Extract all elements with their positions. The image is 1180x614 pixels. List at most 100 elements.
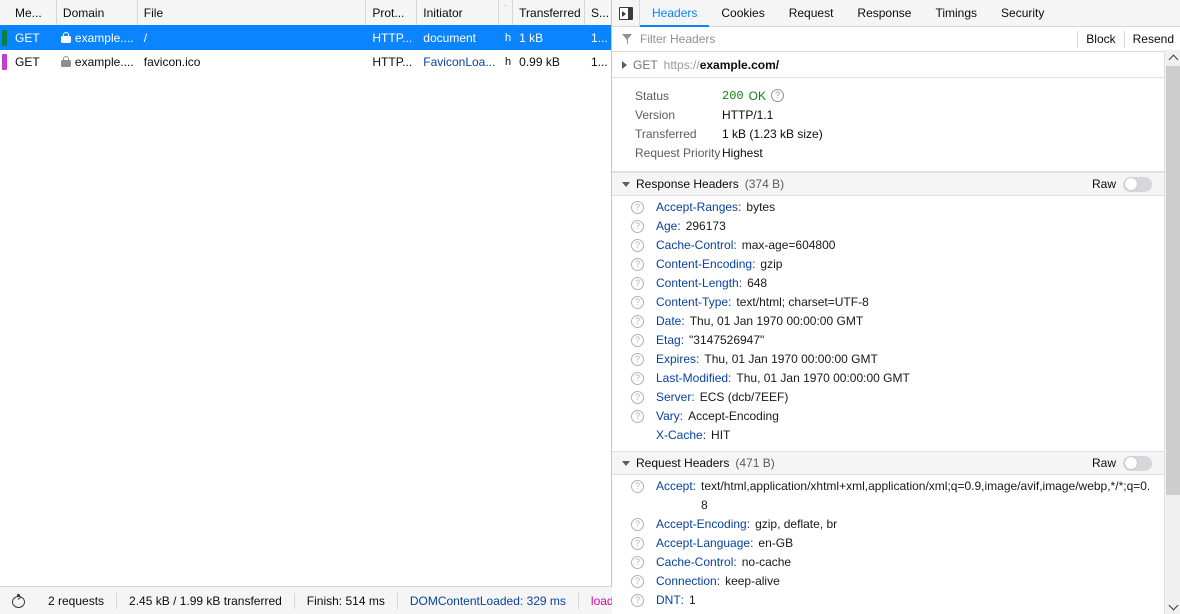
tab-timings[interactable]: Timings <box>923 0 989 27</box>
header-colon: : <box>733 553 736 572</box>
header-value: Accept-Encoding <box>688 407 1154 426</box>
tab-response[interactable]: Response <box>845 0 923 27</box>
column-header-protocol[interactable]: Prot... <box>366 0 417 25</box>
cell-initiator-text[interactable]: FaviconLoa... <box>423 50 495 73</box>
header-value: no-cache <box>742 553 1154 572</box>
column-header-method[interactable]: Me... <box>9 0 57 25</box>
header-colon: : <box>680 407 683 426</box>
header-value: Thu, 01 Jan 1970 00:00:00 GMT <box>736 369 1154 388</box>
cell-protocol: HTTP... <box>366 26 417 49</box>
header-row[interactable]: ?Accept:text/html,application/xhtml+xml,… <box>612 477 1164 515</box>
filter-funnel-icon <box>622 34 633 44</box>
tab-cookies[interactable]: Cookies <box>709 0 776 27</box>
info-icon[interactable]: ? <box>631 410 644 423</box>
info-icon[interactable]: ? <box>631 258 644 271</box>
summary-row-status: Status 200 OK ? <box>612 86 1164 105</box>
header-row[interactable]: ?Accept-Ranges:bytes <box>612 198 1164 217</box>
request-raw-toggle-wrap[interactable]: Raw <box>1092 456 1164 471</box>
header-name: DNT <box>656 591 681 610</box>
header-row[interactable]: ?Server:ECS (dcb/7EEF) <box>612 388 1164 407</box>
header-row[interactable]: ?Vary:Accept-Encoding <box>612 407 1164 426</box>
request-url-host: example.com/ <box>700 58 779 72</box>
info-icon[interactable]: ? <box>631 594 644 607</box>
scrollbar-thumb[interactable] <box>1166 66 1180 495</box>
header-row[interactable]: ?Etag:"3147526947" <box>612 331 1164 350</box>
info-icon[interactable]: ? <box>631 239 644 252</box>
header-row[interactable]: X-Cache:HIT <box>612 426 1164 445</box>
header-row[interactable]: ?DNT:1 <box>612 591 1164 610</box>
column-header-sort-indicator[interactable]: ˙ <box>499 0 513 25</box>
chevron-down-icon[interactable] <box>622 461 630 466</box>
info-icon[interactable]: ? <box>631 372 644 385</box>
info-icon[interactable]: ? <box>631 334 644 347</box>
column-header-initiator[interactable]: Initiator <box>417 0 499 25</box>
summary-label-priority: Request Priority <box>612 146 722 160</box>
info-icon[interactable]: ? <box>631 315 644 328</box>
info-icon[interactable]: ? <box>631 296 644 309</box>
request-url-row[interactable]: GET https://example.com/ <box>612 52 1164 78</box>
info-icon[interactable]: ? <box>631 277 644 290</box>
header-name: Connection <box>656 572 717 591</box>
column-header-transferred[interactable]: Transferred <box>513 0 585 25</box>
details-scrollbar[interactable] <box>1164 50 1180 614</box>
info-icon[interactable]: ? <box>631 537 644 550</box>
header-colon: : <box>728 369 731 388</box>
column-header-file[interactable]: File <box>138 0 367 25</box>
tab-security[interactable]: Security <box>989 0 1056 27</box>
devtools-network-panel: Me... Domain File Prot... Initiator ˙ Tr… <box>0 0 1180 614</box>
header-row[interactable]: ?Content-Length:648 <box>612 274 1164 293</box>
filter-headers-input[interactable] <box>640 27 1077 51</box>
scrollbar-up-arrow-icon[interactable] <box>1165 50 1180 66</box>
header-colon: : <box>677 217 680 236</box>
header-row[interactable]: ?Accept-Language:en-GB <box>612 534 1164 553</box>
info-icon[interactable]: ? <box>631 518 644 531</box>
header-row[interactable]: ?Expires:Thu, 01 Jan 1970 00:00:00 GMT <box>612 350 1164 369</box>
tab-headers[interactable]: Headers <box>640 0 709 27</box>
scrollbar-down-arrow-icon[interactable] <box>1165 598 1180 614</box>
header-row[interactable]: ?Connection:keep-alive <box>612 572 1164 591</box>
cell-domain-text: example.... <box>75 50 134 73</box>
header-row[interactable]: ?Content-Encoding:gzip <box>612 255 1164 274</box>
request-raw-toggle[interactable] <box>1123 456 1152 471</box>
resend-button[interactable]: Resend <box>1124 31 1180 48</box>
panel-toggle-button[interactable] <box>612 0 640 26</box>
info-icon[interactable]: ? <box>631 556 644 569</box>
stopwatch-icon-wrap[interactable] <box>0 593 36 609</box>
response-headers-size: (374 B) <box>745 177 784 191</box>
header-colon: : <box>681 331 684 350</box>
help-icon[interactable]: ? <box>771 89 784 102</box>
header-colon: : <box>693 477 696 496</box>
table-row[interactable]: GET example.... favicon.ico HTTP... Favi… <box>0 50 611 74</box>
response-raw-toggle[interactable] <box>1123 177 1152 192</box>
response-headers-section-header[interactable]: Response Headers (374 B) Raw <box>612 172 1164 196</box>
column-header-domain[interactable]: Domain <box>57 0 138 25</box>
info-icon[interactable]: ? <box>631 353 644 366</box>
info-icon[interactable]: ? <box>631 220 644 233</box>
header-row[interactable]: ?Age:296173 <box>612 217 1164 236</box>
column-header-size[interactable]: S... <box>585 0 611 25</box>
info-icon[interactable]: ? <box>631 391 644 404</box>
header-row[interactable]: ?Cache-Control:max-age=604800 <box>612 236 1164 255</box>
header-row[interactable]: ?Accept-Encoding:gzip, deflate, br <box>612 515 1164 534</box>
header-row[interactable]: ?Last-Modified:Thu, 01 Jan 1970 00:00:00… <box>612 369 1164 388</box>
chevron-right-icon[interactable] <box>622 61 627 69</box>
summary-label-transferred: Transferred <box>612 127 722 141</box>
header-row[interactable]: ?Content-Type:text/html; charset=UTF-8 <box>612 293 1164 312</box>
header-colon: : <box>717 572 720 591</box>
request-headers-section-header[interactable]: Request Headers (471 B) Raw <box>612 451 1164 475</box>
response-raw-toggle-wrap[interactable]: Raw <box>1092 177 1164 192</box>
header-row[interactable]: ?Cache-Control:no-cache <box>612 553 1164 572</box>
tab-request[interactable]: Request <box>777 0 846 27</box>
header-value: "3147526947" <box>689 331 1154 350</box>
block-button[interactable]: Block <box>1077 31 1123 48</box>
chevron-down-icon[interactable] <box>622 182 630 187</box>
header-value: text/html,application/xhtml+xml,applicat… <box>701 477 1154 515</box>
header-colon: : <box>728 293 731 312</box>
header-row[interactable]: ?Date:Thu, 01 Jan 1970 00:00:00 GMT <box>612 312 1164 331</box>
header-colon: : <box>739 274 742 293</box>
info-icon[interactable]: ? <box>631 575 644 588</box>
info-icon[interactable]: ? <box>631 201 644 214</box>
info-icon[interactable]: ? <box>631 480 644 493</box>
table-row[interactable]: GET example.... / HTTP... document h 1 k… <box>0 26 611 50</box>
request-headers-title: Request Headers <box>636 456 729 470</box>
